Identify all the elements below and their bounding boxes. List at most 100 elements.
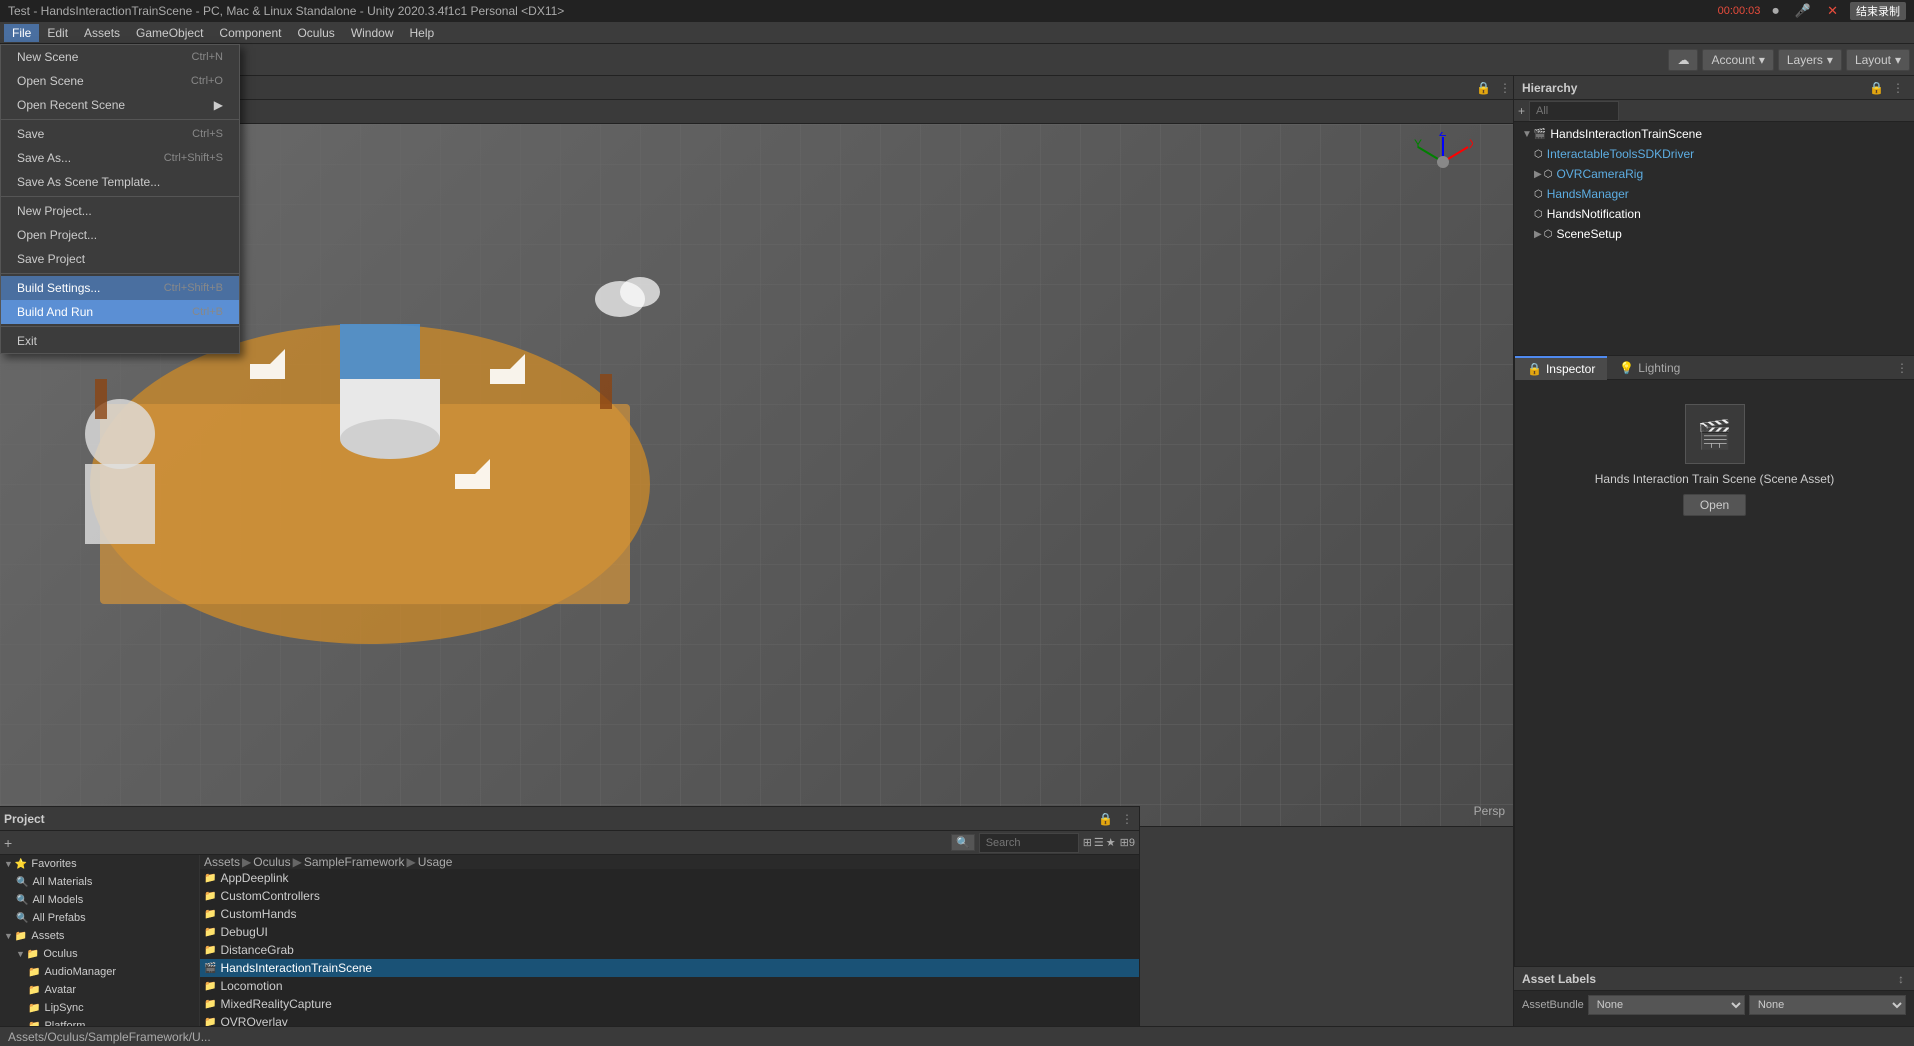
menu-open-recent-scene[interactable]: Open Recent Scene ▶ — [1, 93, 239, 117]
asset-bundle-dropdown-2[interactable]: None — [1749, 995, 1906, 1015]
menu-save-project[interactable]: Save Project — [1, 247, 239, 271]
hierarchy-label-2: OVRCameraRig — [1556, 167, 1643, 181]
menu-save-as-template[interactable]: Save As Scene Template... — [1, 170, 239, 194]
scene-settings-icon[interactable]: ⋮ — [1497, 81, 1513, 95]
record-btn[interactable]: ⏺ — [1768, 3, 1783, 19]
tree-all-models[interactable]: 🔍 All Models — [0, 891, 199, 909]
breadcrumb: Assets ▶ Oculus ▶ SampleFramework ▶ Usag… — [200, 855, 1139, 869]
collab-btn[interactable]: ☁ — [1668, 49, 1698, 71]
menu-new-project[interactable]: New Project... — [1, 199, 239, 223]
sep-3: ▶ — [407, 855, 416, 869]
tree-all-prefabs[interactable]: 🔍 All Prefabs — [0, 909, 199, 927]
layers-btn[interactable]: Layers ▾ — [1778, 49, 1842, 71]
menu-help[interactable]: Help — [402, 24, 443, 42]
menu-gameobject[interactable]: GameObject — [128, 24, 211, 42]
list-item[interactable]: 📁 MixedRealityCapture — [200, 995, 1139, 1013]
list-item[interactable]: 📁 CustomControllers — [200, 887, 1139, 905]
tree-all-materials[interactable]: 🔍 All Materials — [0, 873, 199, 891]
tab-inspector[interactable]: 🔒 Inspector — [1515, 356, 1607, 380]
menu-open-scene[interactable]: Open Scene Ctrl+O — [1, 69, 239, 93]
gizmo-svg: X Y Z — [1413, 132, 1473, 192]
layout-btn[interactable]: Layout ▾ — [1846, 49, 1910, 71]
open-btn[interactable]: Open — [1683, 494, 1746, 516]
hierarchy-arrow-2: ▶ — [1534, 169, 1542, 180]
all-prefabs-label: All Prefabs — [32, 912, 85, 924]
hierarchy-label-0: HandsInteractionTrainScene — [1550, 127, 1702, 141]
project-search-icon-btn[interactable]: 🔍 — [951, 834, 975, 851]
menu-build-and-run[interactable]: Build And Run Ctrl+B — [1, 300, 239, 324]
project-btn-2[interactable]: ☰ — [1094, 836, 1104, 849]
project-search[interactable] — [979, 833, 1079, 853]
menu-window[interactable]: Window — [343, 24, 402, 42]
list-item[interactable]: ⬡ HandsManager — [1514, 184, 1914, 204]
favorites-icon: ⭐ — [15, 859, 27, 870]
project-btn-1[interactable]: ⊞ — [1083, 836, 1092, 849]
list-item[interactable]: 📁 OVROverlay — [200, 1013, 1139, 1026]
oculus-label: Oculus — [43, 948, 77, 960]
menu-edit[interactable]: Edit — [39, 24, 76, 42]
menu-exit[interactable]: Exit — [1, 329, 239, 353]
persp-label: Persp — [1474, 804, 1505, 818]
hierarchy-lock-icon[interactable]: 🔒 — [1867, 81, 1886, 95]
list-item[interactable]: ▶ ⬡ SceneSetup — [1514, 224, 1914, 244]
list-item[interactable]: ⬡ InteractableToolsSDKDriver — [1514, 144, 1914, 164]
project-files: 📁 AppDeeplink 📁 CustomControllers 📁 Cust… — [200, 869, 1139, 1026]
list-item[interactable]: 📁 DistanceGrab — [200, 941, 1139, 959]
scene-gizmo[interactable]: X Y Z — [1413, 132, 1473, 192]
menu-build-settings[interactable]: Build Settings... Ctrl+Shift+B — [1, 276, 239, 300]
hierarchy-arrow-5: ▶ — [1534, 229, 1542, 240]
tab-lighting[interactable]: 💡 Lighting — [1607, 356, 1692, 380]
account-btn[interactable]: Account ▾ — [1702, 49, 1773, 71]
asset-labels-scroll-icon[interactable]: ↕ — [1896, 972, 1906, 986]
menu-save[interactable]: Save Ctrl+S — [1, 122, 239, 146]
scene-lock-icon[interactable]: 🔒 — [1474, 81, 1493, 95]
file-menu-dropdown: New Scene Ctrl+N Open Scene Ctrl+O Open … — [0, 44, 240, 354]
list-item[interactable]: 📁 CustomHands — [200, 905, 1139, 923]
menu-file[interactable]: File — [4, 24, 39, 42]
list-item[interactable]: ▶ ⬡ OVRCameraRig — [1514, 164, 1914, 184]
close-btn[interactable]: ✕ — [1823, 3, 1842, 19]
folder-icon: 📁 — [204, 981, 216, 992]
project-add-btn[interactable]: + — [4, 835, 12, 851]
inspector-menu-icon[interactable]: ⋮ — [1894, 361, 1910, 375]
list-item[interactable]: 🎬 HandsInteractionTrainScene — [200, 959, 1139, 977]
menu-new-scene[interactable]: New Scene Ctrl+N — [1, 45, 239, 69]
hierarchy-scene-root[interactable]: ▼ 🎬 HandsInteractionTrainScene — [1514, 124, 1914, 144]
chinese-btn[interactable]: 结束录制 — [1850, 2, 1906, 20]
tree-audio-manager[interactable]: 📁 AudioManager — [0, 963, 199, 981]
tree-favorites[interactable]: ▼ ⭐ Favorites — [0, 855, 199, 873]
mic-btn[interactable]: 🎤 — [1791, 3, 1815, 19]
menu-oculus[interactable]: Oculus — [289, 24, 342, 42]
cloud-icon: ☁ — [1677, 53, 1689, 67]
project-btn-3[interactable]: ★ — [1106, 836, 1116, 849]
list-item[interactable]: 📁 AppDeeplink — [200, 869, 1139, 887]
menu-component[interactable]: Component — [211, 24, 289, 42]
list-item[interactable]: ⬡ HandsNotification — [1514, 204, 1914, 224]
svg-text:X: X — [1469, 137, 1473, 151]
tree-oculus[interactable]: ▼ 📁 Oculus — [0, 945, 199, 963]
folder-icon: 📁 — [204, 909, 216, 920]
tree-lipsync[interactable]: 📁 LipSync — [0, 999, 199, 1017]
list-item[interactable]: 📁 Locomotion — [200, 977, 1139, 995]
tree-assets[interactable]: ▼ 📁 Assets — [0, 927, 199, 945]
svg-text:Y: Y — [1414, 137, 1422, 151]
hierarchy-add-btn[interactable]: + — [1518, 104, 1525, 118]
breadcrumb-assets: Assets — [204, 855, 240, 869]
asset-bundle-dropdown[interactable]: None — [1588, 995, 1745, 1015]
all-models-label: All Models — [32, 894, 83, 906]
menu-sep-3 — [1, 273, 239, 274]
chevron-down-icon-2: ▾ — [1827, 53, 1833, 67]
folder-icon: 📁 — [204, 873, 216, 884]
tree-avatar[interactable]: 📁 Avatar — [0, 981, 199, 999]
hierarchy-search[interactable] — [1529, 101, 1619, 121]
menu-save-as[interactable]: Save As... Ctrl+Shift+S — [1, 146, 239, 170]
menu-assets[interactable]: Assets — [76, 24, 128, 42]
tree-platform[interactable]: 📁 Platform — [0, 1017, 199, 1026]
scene-file-icon: 🎬 — [204, 963, 216, 974]
project-files-area: Assets ▶ Oculus ▶ SampleFramework ▶ Usag… — [200, 855, 1139, 1026]
hierarchy-menu-icon[interactable]: ⋮ — [1890, 81, 1906, 95]
menu-open-project[interactable]: Open Project... — [1, 223, 239, 247]
list-item[interactable]: 📁 DebugUI — [200, 923, 1139, 941]
project-lock-icon[interactable]: 🔒 — [1096, 812, 1115, 826]
project-menu-icon[interactable]: ⋮ — [1119, 812, 1135, 826]
